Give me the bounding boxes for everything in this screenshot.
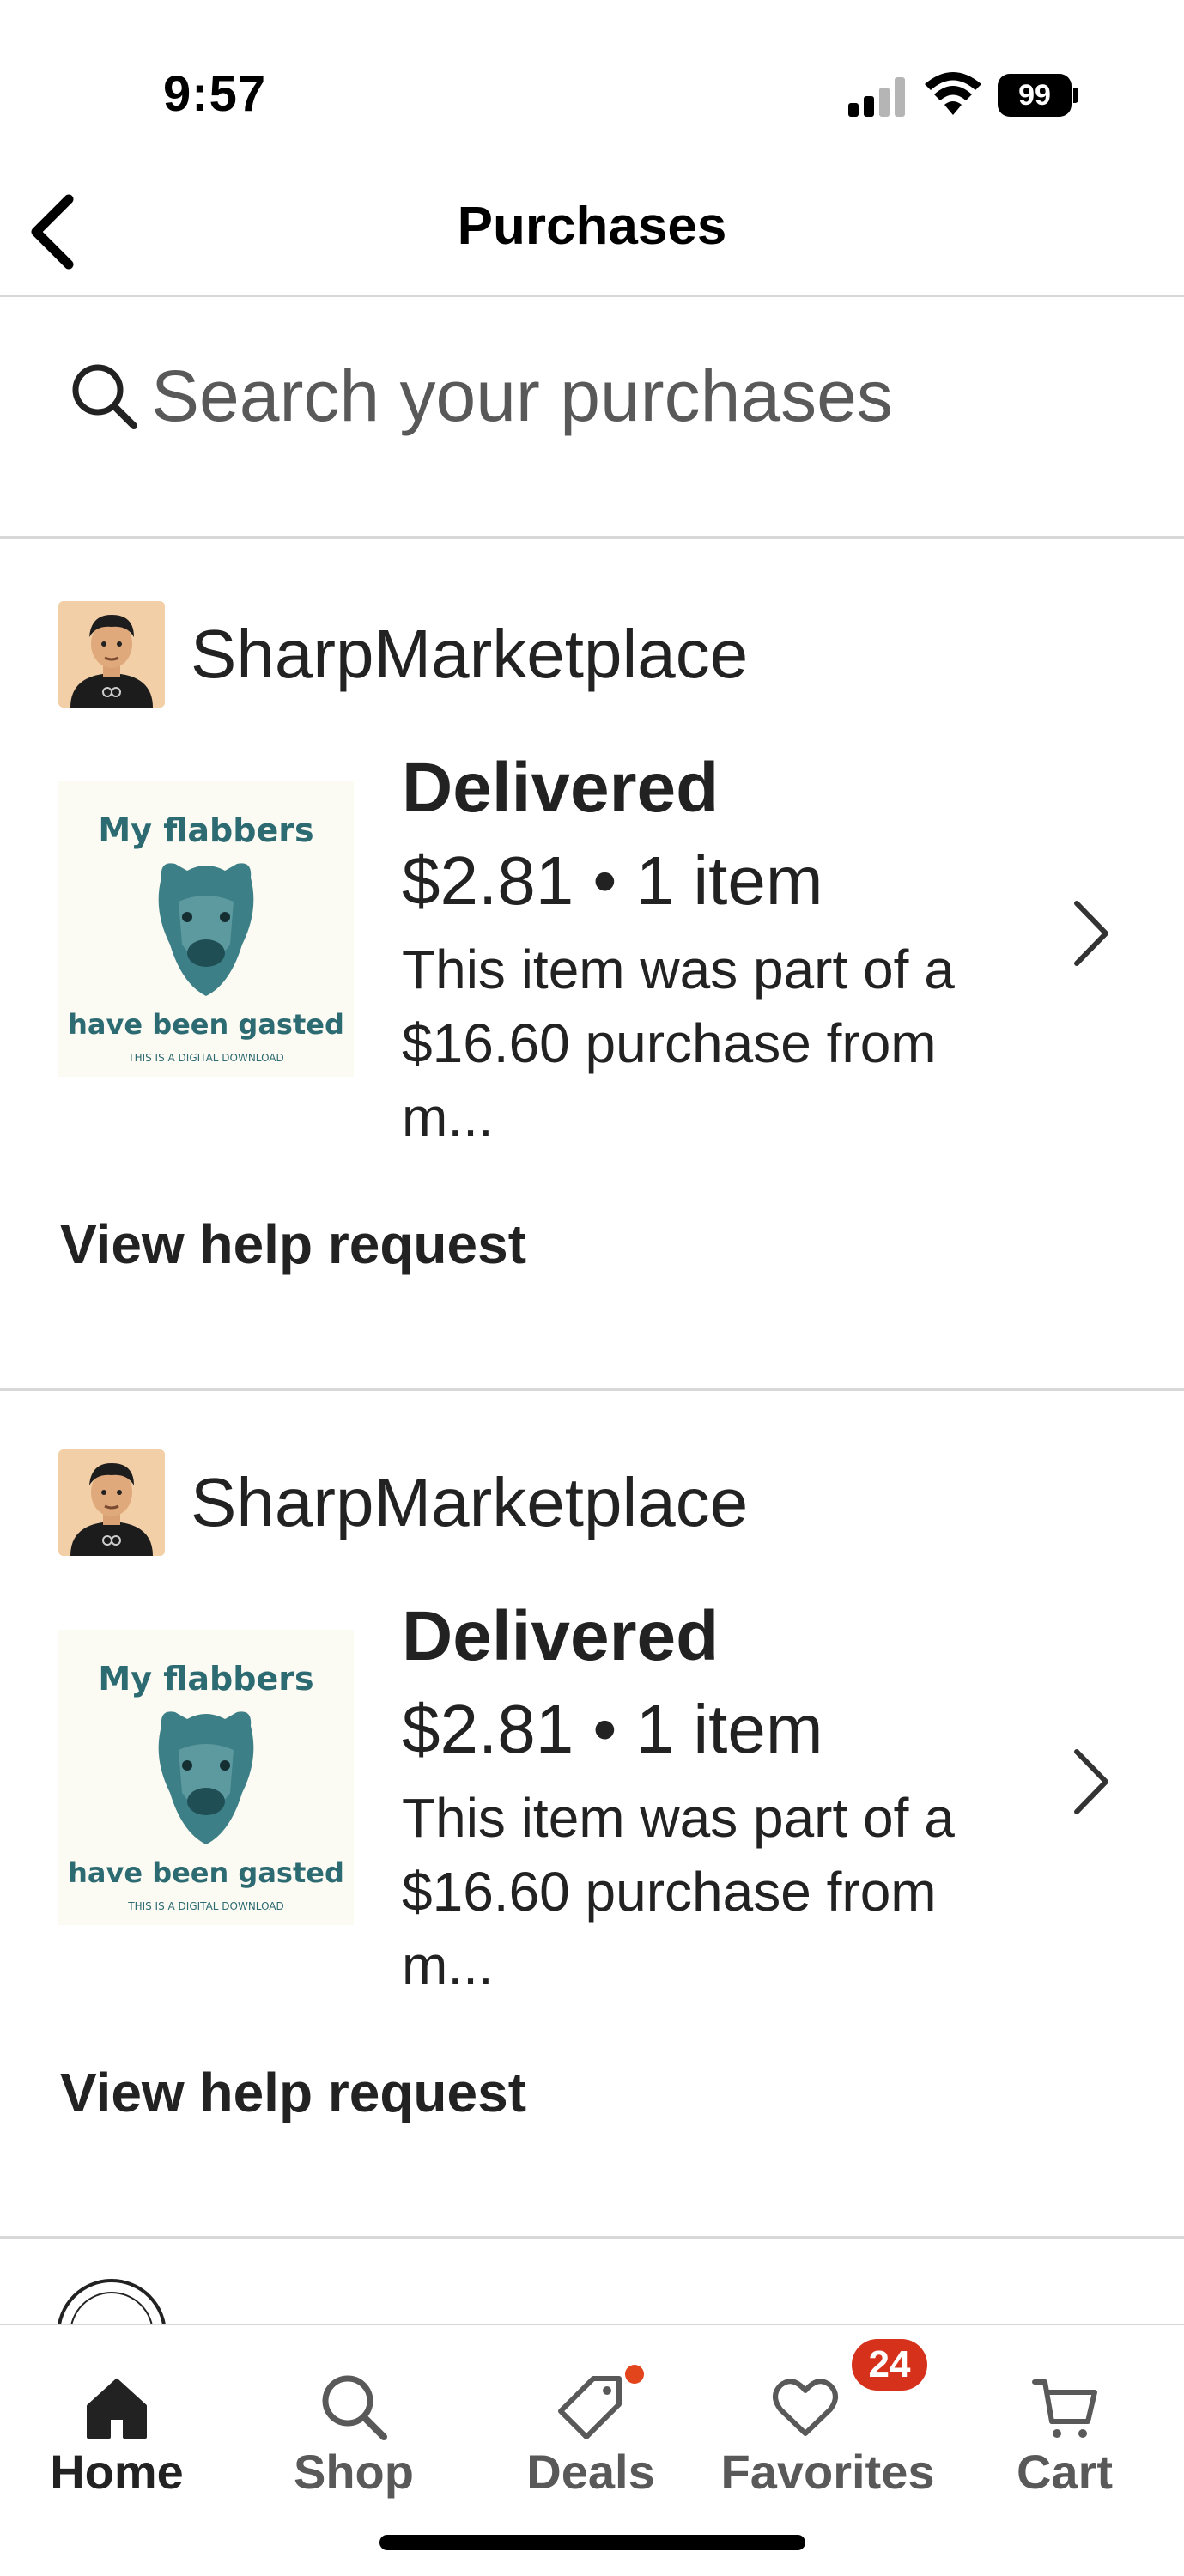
search-input[interactable]	[151, 349, 1096, 443]
status-bar: 9:57 99	[0, 0, 1184, 163]
header: Purchases	[0, 163, 1184, 297]
tag-icon	[558, 2376, 622, 2439]
tab-deals[interactable]: Deals	[479, 2325, 702, 2499]
tab-favorites[interactable]: 24 Favorites	[716, 2325, 939, 2499]
shop-row[interactable]: SharpMarketplace	[58, 1449, 748, 1556]
tab-home[interactable]: Home	[5, 2325, 228, 2499]
tab-label: Deals	[526, 2445, 655, 2499]
purchase-card-partial[interactable]	[0, 2239, 1184, 2325]
design-text-top: My flabbers	[98, 811, 313, 849]
tab-label: Shop	[294, 2445, 414, 2499]
delivery-status: Delivered	[402, 749, 720, 827]
battery-level: 99	[998, 74, 1072, 117]
deals-notification-dot	[625, 2365, 644, 2384]
purchase-description: This item was part of a $16.60 purchase …	[402, 1787, 955, 1996]
status-time: 9:57	[163, 66, 267, 122]
shop-name[interactable]: SharpMarketplace	[191, 1463, 748, 1542]
design-text-top: My flabbers	[98, 1660, 313, 1698]
heart-icon	[773, 2379, 838, 2436]
shop-name[interactable]: SharpMarketplace	[191, 615, 748, 694]
delivery-status: Delivered	[402, 1597, 720, 1675]
tab-cart[interactable]: Cart	[953, 2325, 1176, 2499]
chevron-right-icon[interactable]	[1061, 1743, 1121, 1820]
shop-row[interactable]: SharpMarketplace	[58, 601, 748, 708]
search-bar	[0, 299, 1184, 539]
home-icon	[87, 2379, 147, 2439]
design-text-bottom: have been gasted	[68, 1008, 344, 1041]
design-text-bottom: have been gasted	[68, 1856, 344, 1889]
purchase-description: This item was part of a $16.60 purchase …	[402, 939, 955, 1148]
purchase-card[interactable]: SharpMarketplace My flabbers have been g…	[0, 1391, 1184, 2239]
design-text-footer: THIS IS A DIGITAL DOWNLOAD	[127, 1052, 284, 1064]
design-text-footer: THIS IS A DIGITAL DOWNLOAD	[127, 1900, 284, 1912]
search-icon	[322, 2375, 387, 2440]
cart-icon	[1032, 2379, 1097, 2438]
wifi-icon	[925, 72, 981, 115]
favorites-badge: 24	[852, 2339, 927, 2391]
view-help-request-link[interactable]: View help request	[60, 1212, 526, 1276]
tab-label: Favorites	[720, 2445, 935, 2499]
purchase-details: Delivered $2.81 • 1 item This item was p…	[402, 744, 1003, 1154]
battery-icon: 99	[998, 74, 1078, 117]
price-summary: $2.81 • 1 item	[402, 1691, 823, 1767]
page-title: Purchases	[457, 197, 727, 256]
signal-icon	[848, 77, 905, 117]
shop-avatar	[58, 1449, 165, 1556]
price-summary: $2.81 • 1 item	[402, 842, 823, 919]
product-image[interactable]: My flabbers have been gasted THIS IS A D…	[58, 1630, 354, 1925]
tab-label: Home	[50, 2445, 184, 2499]
product-image[interactable]: My flabbers have been gasted THIS IS A D…	[58, 781, 354, 1077]
home-indicator[interactable]	[379, 2535, 805, 2550]
view-help-request-link[interactable]: View help request	[60, 2061, 526, 2124]
tab-shop[interactable]: Shop	[242, 2325, 465, 2499]
purchase-card[interactable]: SharpMarketplace My flabbers have been g…	[0, 543, 1184, 1391]
tab-label: Cart	[1016, 2445, 1114, 2499]
search-icon	[72, 364, 137, 429]
chevron-right-icon[interactable]	[1061, 895, 1121, 972]
shop-avatar	[57, 2279, 167, 2325]
shop-avatar	[58, 601, 165, 708]
purchase-details: Delivered $2.81 • 1 item This item was p…	[402, 1592, 1003, 2002]
